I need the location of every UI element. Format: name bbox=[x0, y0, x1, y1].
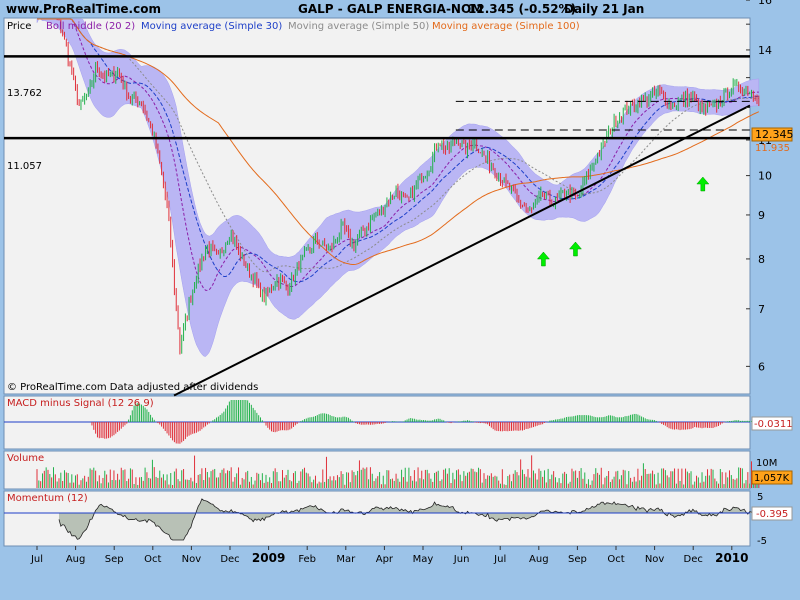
price-panel-title: Price bbox=[7, 21, 31, 32]
volume-top-tick: 10M bbox=[756, 458, 777, 469]
x-tick-label: Sep bbox=[568, 554, 587, 565]
hline-label-upper: 13.762 bbox=[7, 88, 42, 99]
momentum-tick-5: 5 bbox=[757, 492, 763, 503]
instrument-name: GALP - GALP ENERGIA-NOM bbox=[298, 2, 484, 16]
x-tick-label: Mar bbox=[336, 554, 356, 565]
price-footer: © ProRealTime.com Data adjusted after di… bbox=[7, 382, 258, 393]
x-tick-label: Aug bbox=[66, 554, 86, 565]
legend-ma50: Moving average (Simple 50) bbox=[288, 21, 429, 32]
legend-ma100: Moving average (Simple 100) bbox=[432, 21, 580, 32]
chart-canvas: 678910111416JulAugSepOctNovDec2009FebMar… bbox=[3, 0, 794, 565]
y-tick-label: 7 bbox=[758, 303, 765, 316]
momentum-last-value: -0.395 bbox=[756, 509, 788, 520]
hline-label-lower: 11.057 bbox=[7, 161, 42, 172]
x-tick-label: Oct bbox=[144, 554, 161, 565]
x-tick-label: Nov bbox=[182, 554, 202, 565]
momentum-tick-neg5: -5 bbox=[757, 536, 767, 547]
quote: 12.345 (-0.52%) bbox=[468, 2, 577, 16]
x-tick-label: May bbox=[413, 554, 434, 565]
x-tick-label: Dec bbox=[684, 554, 703, 565]
volume-title: Volume bbox=[7, 453, 44, 464]
x-tick-label: Sep bbox=[105, 554, 124, 565]
x-tick-label: Feb bbox=[298, 554, 316, 565]
last-price: 12.345 bbox=[755, 128, 794, 141]
x-tick-label: Aug bbox=[529, 554, 549, 565]
period: Daily 21 Jan bbox=[564, 2, 645, 16]
volume-last-value: 1,057K bbox=[754, 473, 790, 484]
y-tick-label: 16 bbox=[758, 0, 772, 7]
momentum-panel bbox=[3, 490, 751, 547]
x-tick-label: Nov bbox=[645, 554, 665, 565]
x-tick-label: Apr bbox=[376, 554, 394, 565]
site-name[interactable]: www.ProRealTime.com bbox=[6, 0, 161, 18]
x-tick-label: Jul bbox=[493, 554, 506, 565]
x-tick-label: Dec bbox=[220, 554, 239, 565]
y-tick-label: 8 bbox=[758, 253, 765, 266]
x-tick-label: 2009 bbox=[252, 551, 285, 565]
y-tick-label: 9 bbox=[758, 209, 765, 222]
ma-value: 11.935 bbox=[755, 143, 790, 154]
x-tick-label: Oct bbox=[607, 554, 624, 565]
x-tick-label: 2010 bbox=[715, 551, 748, 565]
macd-title: MACD minus Signal (12 26 9) bbox=[7, 398, 154, 409]
y-tick-label: 14 bbox=[758, 44, 772, 57]
y-tick-label: 6 bbox=[758, 360, 765, 373]
momentum-title: Momentum (12) bbox=[7, 493, 88, 504]
legend-ma30: Moving average (Simple 30) bbox=[141, 21, 282, 32]
macd-last-value: -0.0311 bbox=[754, 419, 793, 430]
x-tick-label: Jul bbox=[30, 554, 43, 565]
x-tick-label: Jun bbox=[453, 554, 470, 565]
legend-boll: Boll middle (20 2) bbox=[46, 21, 135, 32]
y-tick-label: 10 bbox=[758, 170, 772, 183]
